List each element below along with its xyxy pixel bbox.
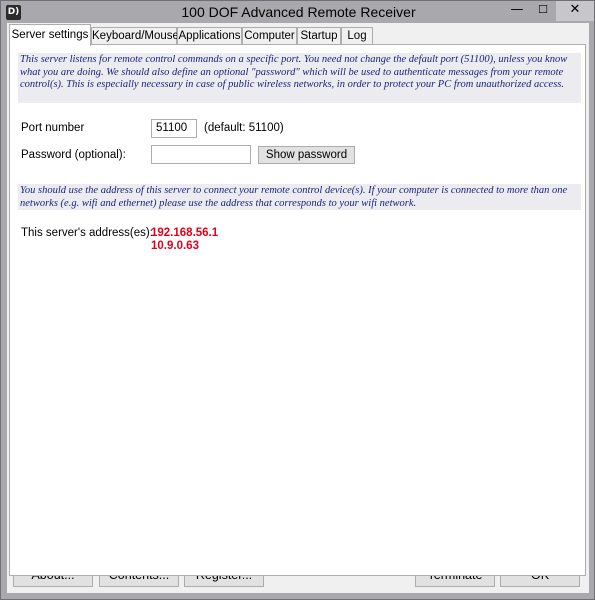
- tab-computer[interactable]: Computer: [242, 27, 297, 45]
- password-input[interactable]: [151, 145, 251, 164]
- tab-keyboard-mouse[interactable]: Keyboard/Mouse: [91, 27, 179, 45]
- show-password-button[interactable]: Show password: [258, 146, 355, 164]
- address-label: This server's address(es):: [21, 227, 153, 239]
- tab-startup[interactable]: Startup: [297, 27, 341, 45]
- client-area: Server settings Keyboard/Mouse Applicati…: [7, 23, 589, 593]
- tab-applications[interactable]: Applications: [177, 27, 242, 45]
- server-settings-panel: This server listens for remote control c…: [9, 44, 586, 576]
- tab-log[interactable]: Log: [341, 27, 373, 45]
- password-label: Password (optional):: [21, 149, 126, 161]
- port-default-note: (default: 51100): [204, 122, 284, 134]
- close-button[interactable]: ✕: [556, 1, 594, 21]
- address-info-text: You should use the address of this serve…: [18, 184, 581, 210]
- maximize-button[interactable]: ☐: [530, 1, 556, 21]
- port-input[interactable]: 51100: [151, 119, 197, 138]
- tab-server-settings[interactable]: Server settings: [9, 24, 91, 46]
- intro-info-text: This server listens for remote control c…: [18, 53, 581, 103]
- title-bar[interactable]: D) 100 DOF Advanced Remote Receiver — ☐ …: [1, 1, 594, 23]
- app-window: D) 100 DOF Advanced Remote Receiver — ☐ …: [0, 0, 595, 600]
- port-label: Port number: [21, 122, 85, 134]
- server-address-1: 192.168.56.1: [151, 227, 219, 239]
- minimize-button[interactable]: —: [504, 1, 530, 21]
- server-address-2: 10.9.0.63: [151, 240, 199, 252]
